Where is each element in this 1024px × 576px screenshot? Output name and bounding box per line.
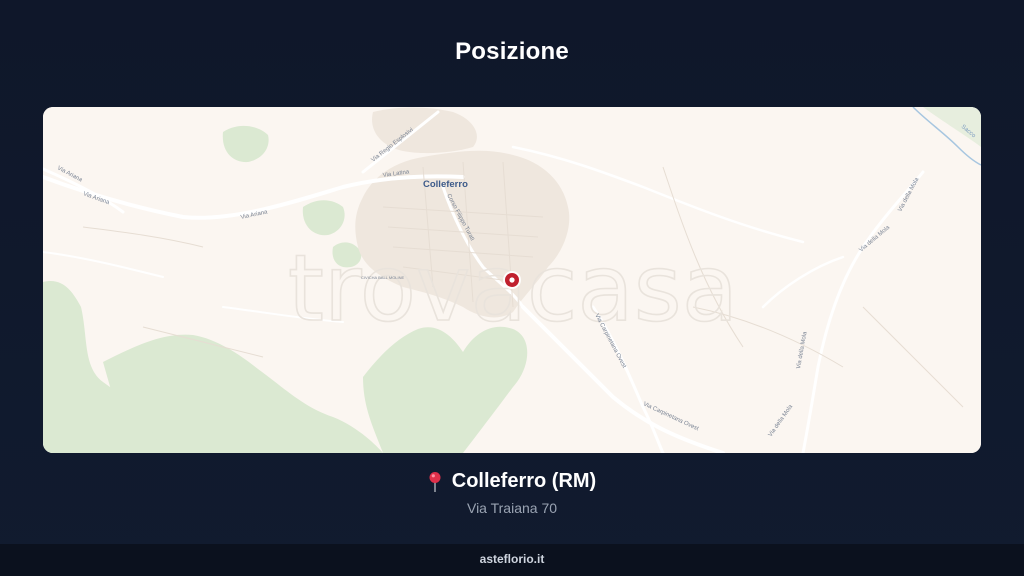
page-title: Posizione — [455, 38, 569, 65]
location-address: Via Traiana 70 — [466, 500, 558, 516]
footer-brand[interactable]: asteflorio.it — [480, 552, 545, 566]
map-canvas[interactable]: trovacasa Colleferro Via Regio Esplosivi… — [43, 107, 981, 453]
location-city: Colleferro (RM) — [451, 470, 597, 492]
label-town: Colleferro — [423, 179, 468, 190]
location-marker[interactable] — [503, 271, 521, 289]
map-pin-icon — [429, 471, 441, 492]
footer: asteflorio.it — [0, 544, 1024, 576]
label-poi-small: CIVICHA BALL MOLINE — [361, 275, 405, 280]
map-view[interactable]: trovacasa Colleferro Via Regio Esplosivi… — [43, 107, 981, 453]
location-info: Colleferro (RM) Via Traiana 70 — [0, 470, 1024, 516]
